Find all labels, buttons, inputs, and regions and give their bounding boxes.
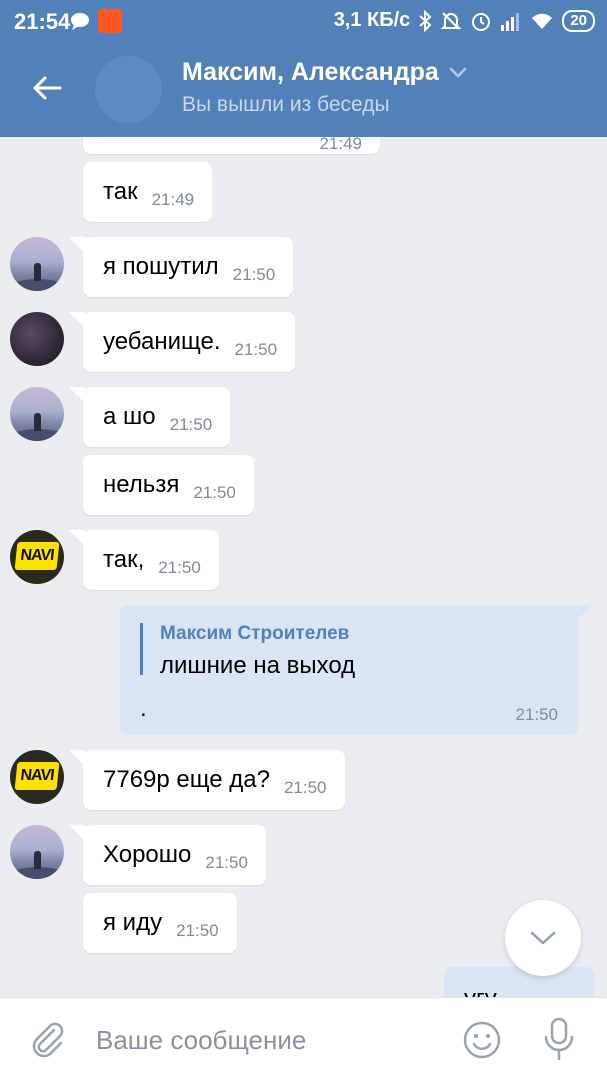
message-text: угу (464, 985, 497, 997)
message-time: 21:50 (176, 921, 219, 940)
conversation-subtitle: Вы вышли из беседы (182, 93, 390, 116)
emoji-icon[interactable] (462, 1020, 502, 1060)
alarm-icon (472, 12, 491, 31)
message-bubble[interactable]: 21:49 (83, 137, 380, 154)
chevron-down-icon (449, 67, 467, 78)
message-input[interactable] (96, 1018, 436, 1062)
message-text: уебанище. (103, 328, 221, 355)
avatar[interactable] (10, 237, 64, 291)
scroll-to-bottom-button[interactable] (505, 900, 581, 976)
message-text: 7769р еще да? (103, 766, 270, 793)
message-bubble[interactable]: а шо 21:50 (68, 387, 231, 447)
message-bubble[interactable]: уебанище. 21:50 (68, 312, 296, 372)
mute-icon (440, 11, 462, 30)
message-time: 21:50 (234, 340, 278, 359)
chevron-down-icon (530, 931, 556, 945)
back-button[interactable] (22, 66, 72, 110)
app-notification-icon (98, 9, 122, 33)
chat-notification-icon (71, 13, 89, 30)
message-text: нельзя (103, 471, 180, 498)
message-time: 21:50 (193, 483, 236, 502)
paperclip-icon[interactable] (28, 1020, 68, 1060)
network-speed: 3,1 КБ/с (333, 9, 411, 31)
message-list[interactable]: 21:49 так 21:49 я пошутил 21:50 уебанище… (0, 137, 607, 997)
status-right: 3,1 КБ/с 20 (334, 9, 595, 32)
avatar[interactable] (10, 312, 64, 366)
quote-text: лишние на выход (160, 652, 356, 679)
message-time: 21:50 (515, 705, 558, 724)
conversation-title-dropdown[interactable]: Максим, Александра (182, 58, 467, 87)
wifi-icon (532, 13, 553, 29)
message-bubble[interactable]: так 21:49 (83, 162, 213, 222)
app-bar: 21:54 3,1 КБ/с 20 Максим, Александра Вы … (0, 0, 607, 137)
message-time: 21:50 (158, 558, 201, 577)
message-text: так, (103, 546, 145, 573)
conversation-avatar[interactable] (95, 56, 162, 123)
outgoing-message-bubble[interactable]: угу (444, 967, 594, 997)
message-bubble[interactable]: я пошутил 21:50 (68, 237, 294, 297)
navi-logo-icon: NAVI (14, 542, 60, 570)
avatar[interactable]: NAVI (10, 530, 64, 584)
message-time: 21:50 (169, 415, 213, 434)
message-composer (0, 997, 607, 1080)
avatar[interactable] (10, 387, 64, 441)
message-time: 21:49 (319, 137, 362, 153)
message-text: а шо (103, 403, 156, 430)
microphone-icon[interactable] (541, 1017, 577, 1061)
message-bubble[interactable]: нельзя 21:50 (83, 455, 254, 515)
outgoing-message-bubble[interactable]: Максим Строителев лишние на выход . 21:5… (120, 605, 592, 735)
conversation-title: Максим, Александра (182, 58, 439, 86)
message-time: 21:49 (151, 190, 195, 209)
battery-indicator: 20 (562, 9, 595, 32)
message-text: . (140, 695, 147, 722)
navi-logo-icon: NAVI (14, 762, 60, 790)
chat-header: Максим, Александра Вы вышли из беседы (0, 42, 607, 137)
message-time: 21:50 (205, 853, 248, 872)
message-text: так (103, 178, 138, 205)
message-time: 21:50 (232, 265, 276, 284)
signal-icon (501, 12, 520, 31)
message-text: Хорошо (103, 841, 192, 868)
quote-bar (140, 623, 143, 675)
message-text: я иду (103, 909, 163, 936)
message-bubble[interactable]: я иду 21:50 (83, 893, 237, 953)
message-bubble[interactable]: Хорошо 21:50 (69, 825, 266, 885)
avatar[interactable] (10, 825, 64, 879)
message-bubble[interactable]: так, 21:50 (69, 530, 219, 590)
status-bar: 21:54 3,1 КБ/с 20 (0, 0, 607, 42)
message-text: я пошутил (103, 253, 219, 280)
quote-author[interactable]: Максим Строителев (160, 623, 349, 645)
arrow-left-icon (33, 76, 62, 100)
avatar[interactable]: NAVI (10, 750, 64, 804)
message-bubble[interactable]: 7769р еще да? 21:50 (69, 750, 345, 810)
status-time: 21:54 (14, 9, 71, 34)
message-time: 21:50 (283, 778, 327, 797)
bluetooth-icon (419, 9, 432, 32)
